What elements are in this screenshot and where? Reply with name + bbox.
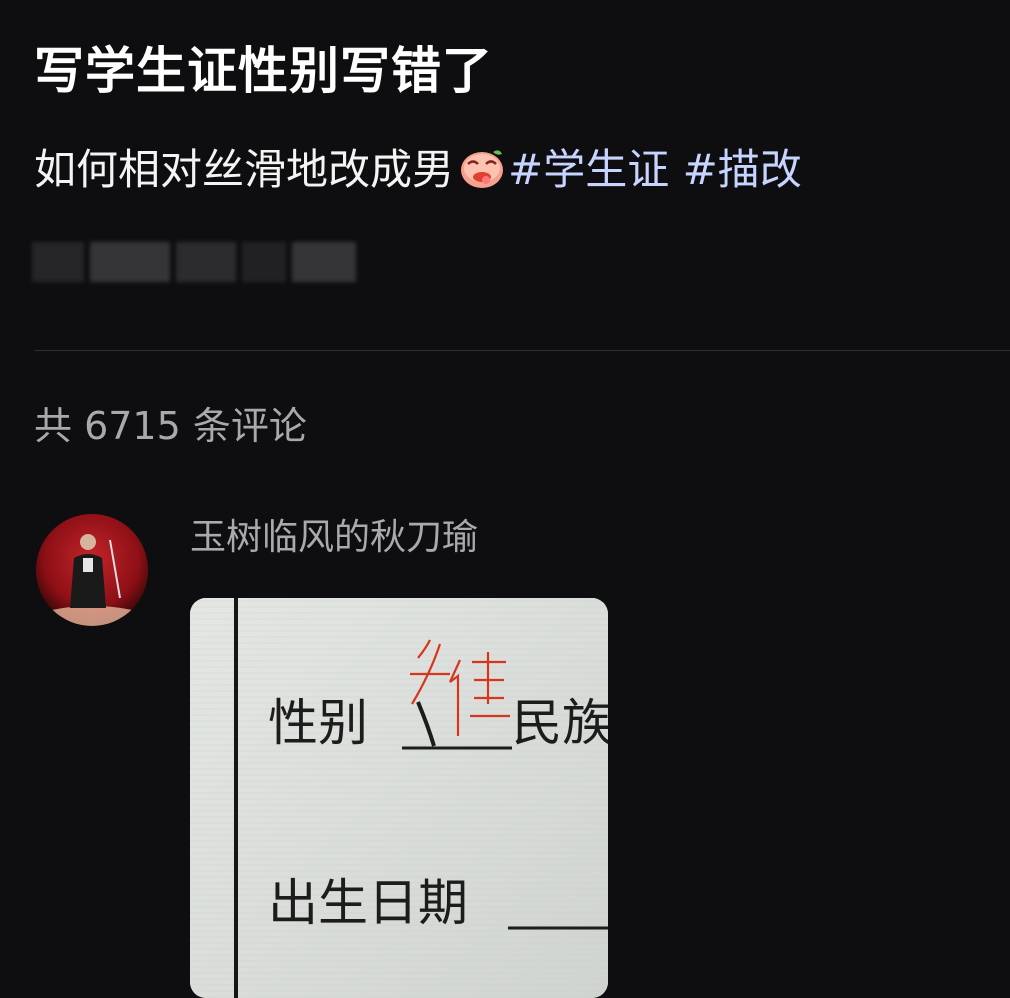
redacted-block <box>292 242 356 282</box>
redacted-block <box>176 242 236 282</box>
post-title: 写学生证性别写错了 <box>34 42 493 100</box>
avatar[interactable] <box>36 514 148 626</box>
field-gender-label: 性别 <box>268 694 368 752</box>
comment-photo[interactable]: 性别 民族 出生日期 <box>190 598 608 998</box>
comment-author[interactable]: 玉树临风的秋刀瑜 <box>190 510 478 566</box>
comment-count: 共 6715 条评论 <box>34 404 307 448</box>
field-birthdate-label: 出生日期 <box>268 874 468 932</box>
divider <box>34 350 1010 351</box>
face-with-tongue-icon <box>458 144 506 188</box>
field-ethnicity-label: 民族 <box>512 694 608 752</box>
hashtag-student-card[interactable]: #学生证 <box>508 145 669 194</box>
redacted-block <box>32 242 84 282</box>
post-body: 如何相对丝滑地改成男 #学生证 #描改 <box>34 138 802 202</box>
hashtag-trace-edit[interactable]: #描改 <box>683 145 802 194</box>
redacted-block <box>242 242 286 282</box>
redacted-meta <box>32 236 362 288</box>
redacted-block <box>90 242 170 282</box>
post-body-text: 如何相对丝滑地改成男 <box>34 145 455 194</box>
